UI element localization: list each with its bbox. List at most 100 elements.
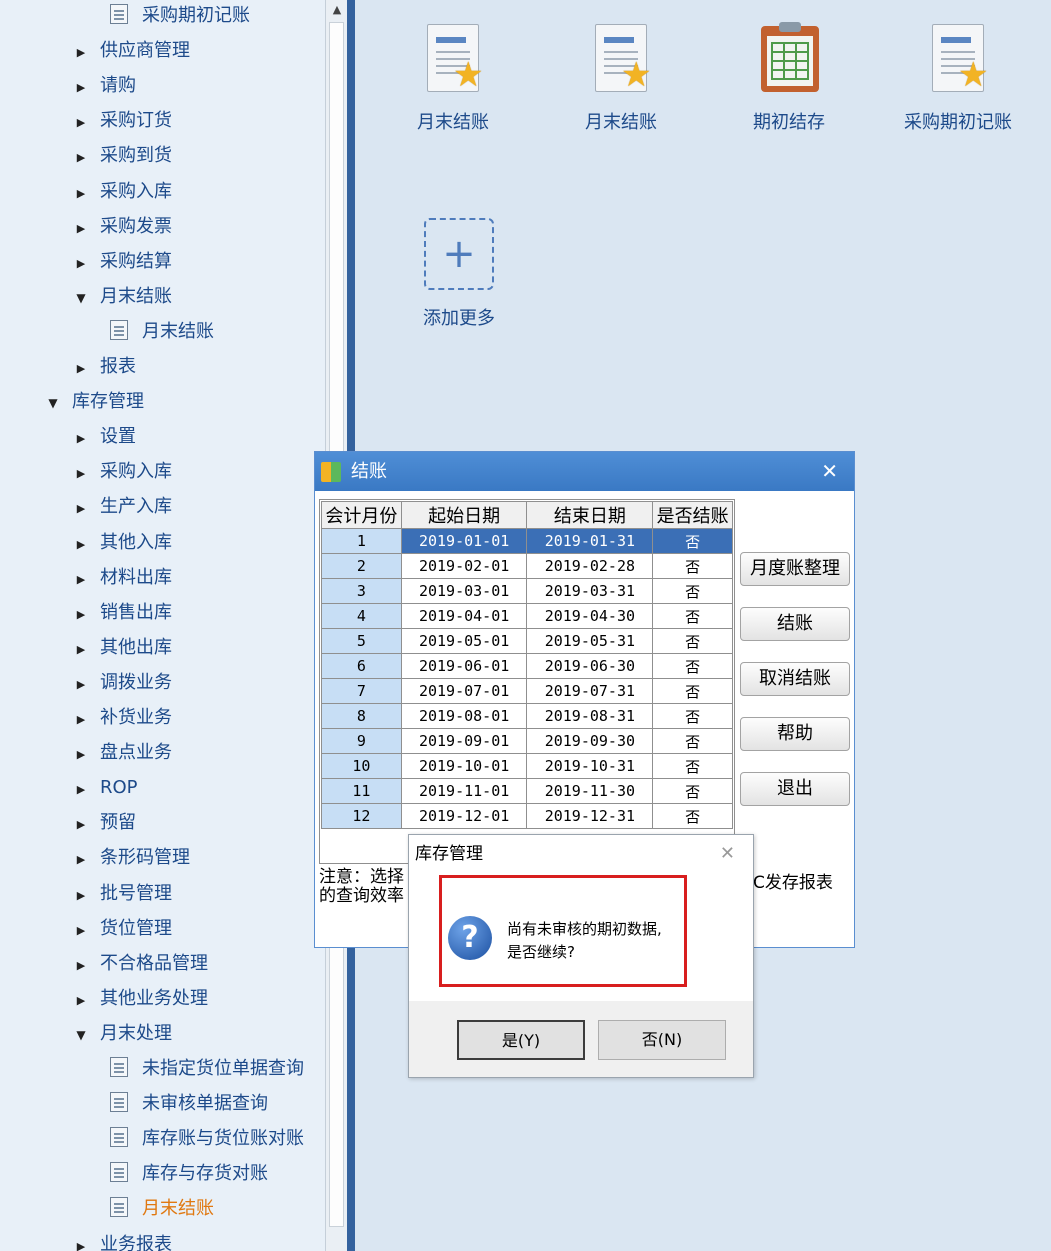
table-cell[interactable]: 2019-08-31	[526, 703, 654, 729]
tree-leaf[interactable]: 月末结账	[110, 314, 214, 349]
column-header[interactable]: 结束日期	[526, 501, 654, 529]
table-cell[interactable]: 3	[321, 578, 402, 604]
table-cell[interactable]: 2019-10-01	[400, 753, 528, 779]
table-cell[interactable]: 6	[321, 653, 402, 679]
tree-folder[interactable]: ▶ 销售出库	[68, 595, 172, 630]
table-cell[interactable]: 2019-01-31	[526, 528, 654, 554]
table-cell[interactable]: 否	[652, 803, 733, 829]
chevron-right-icon[interactable]: ▶	[68, 667, 94, 702]
close-icon[interactable]: ✕	[821, 452, 838, 491]
table-cell[interactable]: 2019-03-31	[526, 578, 654, 604]
table-cell[interactable]: 2019-07-31	[526, 678, 654, 704]
table-cell[interactable]: 否	[652, 778, 733, 804]
tree-folder[interactable]: ▶ 其他业务处理	[68, 981, 208, 1016]
table-row[interactable]: 9 2019-09-01 2019-09-30 否	[321, 728, 733, 754]
chevron-right-icon[interactable]: ▶	[68, 351, 94, 386]
chevron-right-icon[interactable]: ▶	[68, 737, 94, 772]
tree-folder[interactable]: ▶ 生产入库	[68, 489, 172, 524]
table-cell[interactable]: 10	[321, 753, 402, 779]
table-row[interactable]: 1 2019-01-01 2019-01-31 否	[321, 528, 733, 554]
tree-leaf[interactable]: 未指定货位单据查询	[110, 1051, 304, 1086]
tree-leaf[interactable]: 库存与存货对账	[110, 1156, 268, 1191]
tree-leaf[interactable]: 月末结账	[110, 1191, 214, 1226]
tile-month-end-2[interactable]: ★ 月末结账	[546, 22, 696, 134]
table-cell[interactable]: 否	[652, 628, 733, 654]
tree-folder[interactable]: ▶ 批号管理	[68, 876, 172, 911]
table-cell[interactable]: 2019-09-30	[526, 728, 654, 754]
tree-folder[interactable]: ▶ 条形码管理	[68, 840, 190, 875]
cancel-settle-button[interactable]: 取消结账	[740, 662, 850, 696]
tree-folder[interactable]: ▶ 不合格品管理	[68, 946, 208, 981]
scroll-up-icon[interactable]: ▲	[326, 0, 348, 20]
chevron-down-icon[interactable]: ▼	[68, 1018, 94, 1053]
chevron-right-icon[interactable]: ▶	[68, 807, 94, 842]
column-header[interactable]: 是否结账	[652, 501, 733, 529]
window-titlebar[interactable]: 结账 ✕	[315, 452, 854, 491]
tile-add-more[interactable]: + 添加更多	[384, 218, 534, 330]
tree-folder[interactable]: ▶ 预留	[68, 805, 136, 840]
table-cell[interactable]: 否	[652, 678, 733, 704]
chevron-right-icon[interactable]: ▶	[68, 597, 94, 632]
chevron-right-icon[interactable]: ▶	[68, 35, 94, 70]
tree-folder[interactable]: ▶ 采购入库	[68, 454, 172, 489]
chevron-right-icon[interactable]: ▶	[68, 878, 94, 913]
tree-folder[interactable]: ▶ ROP	[68, 770, 138, 805]
table-row[interactable]: 4 2019-04-01 2019-04-30 否	[321, 603, 733, 629]
tree-leaf[interactable]: 未审核单据查询	[110, 1086, 268, 1121]
tree-folder[interactable]: ▶ 调拨业务	[68, 665, 172, 700]
table-cell[interactable]: 7	[321, 678, 402, 704]
tree-folder[interactable]: ▶ 采购订货	[68, 103, 172, 138]
table-cell[interactable]: 2019-11-01	[400, 778, 528, 804]
table-cell[interactable]: 2019-07-01	[400, 678, 528, 704]
tree-folder[interactable]: ▶ 其他出库	[68, 630, 172, 665]
close-icon[interactable]: ✕	[720, 835, 735, 873]
table-cell[interactable]: 2019-06-30	[526, 653, 654, 679]
table-cell[interactable]: 2019-02-28	[526, 553, 654, 579]
table-cell[interactable]: 8	[321, 703, 402, 729]
table-cell[interactable]: 2019-06-01	[400, 653, 528, 679]
monthly-tidy-button[interactable]: 月度账整理	[740, 552, 850, 586]
chevron-right-icon[interactable]: ▶	[68, 702, 94, 737]
chevron-right-icon[interactable]: ▶	[68, 140, 94, 175]
tree-folder[interactable]: ▶ 采购到货	[68, 138, 172, 173]
chevron-right-icon[interactable]: ▶	[68, 491, 94, 526]
table-cell[interactable]: 1	[321, 528, 402, 554]
chevron-right-icon[interactable]: ▶	[68, 527, 94, 562]
table-cell[interactable]: 9	[321, 728, 402, 754]
table-cell[interactable]: 否	[652, 528, 733, 554]
table-cell[interactable]: 5	[321, 628, 402, 654]
tree-folder[interactable]: ▼ 库存管理	[40, 384, 144, 419]
chevron-right-icon[interactable]: ▶	[68, 913, 94, 948]
help-button[interactable]: 帮助	[740, 717, 850, 751]
tree-folder[interactable]: ▶ 采购发票	[68, 209, 172, 244]
tree-folder[interactable]: ▼ 月末结账	[68, 279, 172, 314]
no-button[interactable]: 否(N)	[598, 1020, 726, 1060]
table-row[interactable]: 11 2019-11-01 2019-11-30 否	[321, 778, 733, 804]
table-cell[interactable]: 2019-05-01	[400, 628, 528, 654]
table-cell[interactable]: 2019-09-01	[400, 728, 528, 754]
tree-folder[interactable]: ▶ 其他入库	[68, 525, 172, 560]
chevron-right-icon[interactable]: ▶	[68, 948, 94, 983]
yes-button[interactable]: 是(Y)	[457, 1020, 585, 1060]
table-row[interactable]: 5 2019-05-01 2019-05-31 否	[321, 628, 733, 654]
settle-button[interactable]: 结账	[740, 607, 850, 641]
table-row[interactable]: 12 2019-12-01 2019-12-31 否	[321, 803, 733, 829]
table-cell[interactable]: 2019-04-30	[526, 603, 654, 629]
tree-folder[interactable]: ▶ 采购入库	[68, 174, 172, 209]
table-cell[interactable]: 2019-04-01	[400, 603, 528, 629]
table-cell[interactable]: 4	[321, 603, 402, 629]
tree-folder[interactable]: ▶ 货位管理	[68, 911, 172, 946]
table-cell[interactable]: 否	[652, 553, 733, 579]
table-cell[interactable]: 否	[652, 653, 733, 679]
tile-opening-balance[interactable]: 期初结存	[714, 22, 864, 134]
chevron-right-icon[interactable]: ▶	[68, 772, 94, 807]
dialog-titlebar[interactable]: 库存管理 ✕	[409, 835, 753, 873]
table-row[interactable]: 6 2019-06-01 2019-06-30 否	[321, 653, 733, 679]
table-cell[interactable]: 2019-12-31	[526, 803, 654, 829]
table-cell[interactable]: 否	[652, 578, 733, 604]
table-cell[interactable]: 否	[652, 753, 733, 779]
tree-folder[interactable]: ▶ 材料出库	[68, 560, 172, 595]
chevron-right-icon[interactable]: ▶	[68, 70, 94, 105]
tree-folder[interactable]: ▶ 报表	[68, 349, 136, 384]
tree-leaf[interactable]: 采购期初记账	[110, 0, 250, 33]
